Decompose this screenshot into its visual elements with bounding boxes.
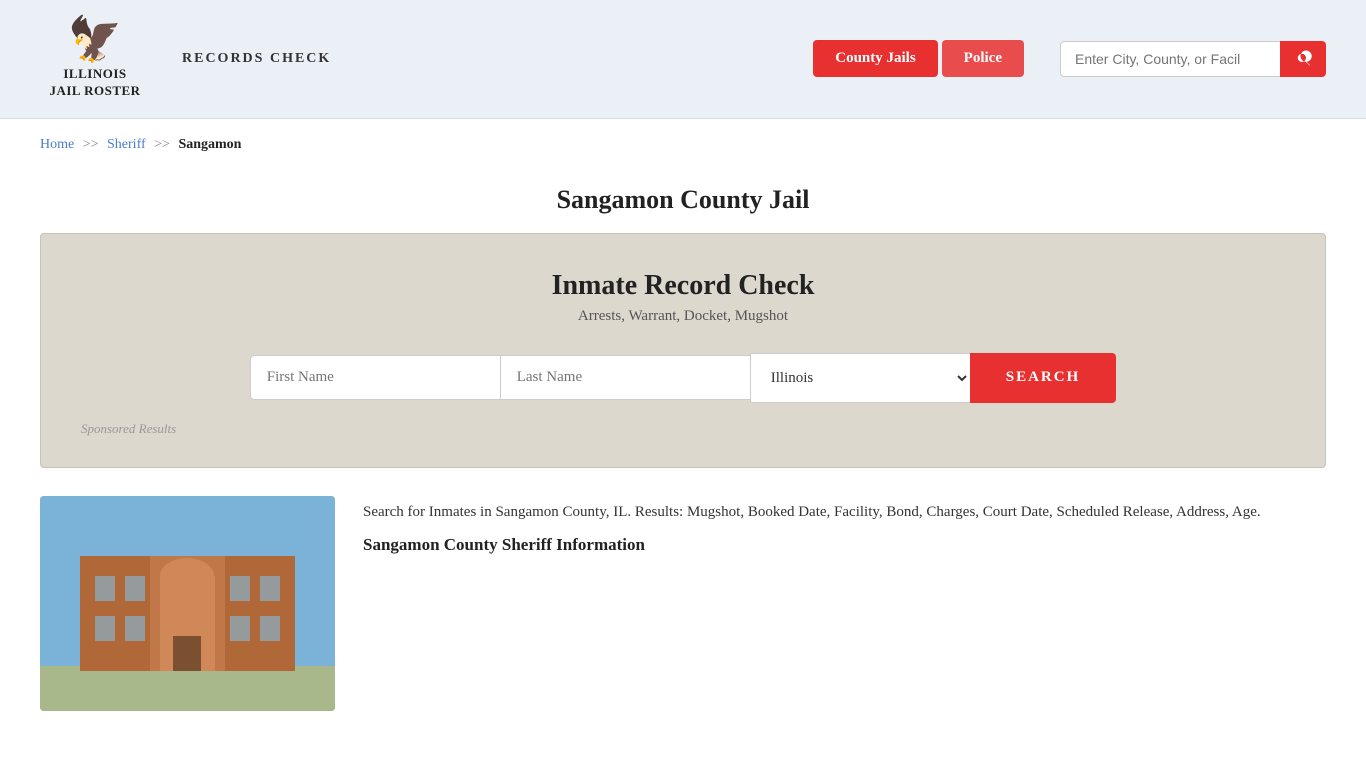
page-title: Sangamon County Jail: [40, 185, 1326, 215]
records-check-label: RECORDS CHECK: [182, 51, 331, 67]
info-text: Search for Inmates in Sangamon County, I…: [363, 496, 1326, 555]
record-search-button[interactable]: SEARCH: [970, 353, 1117, 403]
state-select[interactable]: IllinoisAlabamaAlaskaArizonaArkansasCali…: [750, 353, 970, 403]
building-svg: [40, 496, 335, 711]
info-subheading: Sangamon County Sheriff Information: [363, 535, 1326, 555]
police-button[interactable]: Police: [942, 40, 1024, 77]
sponsored-label: Sponsored Results: [81, 421, 1285, 437]
nav-buttons: County Jails Police: [813, 40, 1024, 77]
header-search-bar: [1060, 41, 1326, 77]
header-search-input[interactable]: [1060, 41, 1280, 77]
logo-icon: 🦅: [68, 18, 123, 62]
record-check-box: Inmate Record Check Arrests, Warrant, Do…: [40, 233, 1326, 468]
building-image: [40, 496, 335, 711]
header-search-button[interactable]: [1280, 41, 1326, 77]
breadcrumb-current: Sangamon: [178, 137, 241, 152]
search-icon: [1294, 50, 1312, 68]
breadcrumb: Home >> Sheriff >> Sangamon: [0, 119, 1366, 161]
breadcrumb-sep1: >>: [83, 137, 99, 152]
breadcrumb-sheriff[interactable]: Sheriff: [107, 137, 146, 152]
breadcrumb-home[interactable]: Home: [40, 137, 74, 152]
county-jails-button[interactable]: County Jails: [813, 40, 937, 77]
record-check-title: Inmate Record Check: [81, 270, 1285, 302]
logo[interactable]: 🦅 ILLINOIS JAIL ROSTER: [40, 18, 150, 100]
bottom-section: Search for Inmates in Sangamon County, I…: [0, 496, 1366, 751]
record-search-form: IllinoisAlabamaAlaskaArizonaArkansasCali…: [81, 353, 1285, 403]
first-name-input[interactable]: [250, 355, 500, 400]
breadcrumb-sep2: >>: [154, 137, 170, 152]
last-name-input[interactable]: [500, 355, 750, 400]
logo-text: ILLINOIS JAIL ROSTER: [49, 66, 140, 100]
page-title-wrap: Sangamon County Jail: [0, 161, 1366, 233]
info-paragraph: Search for Inmates in Sangamon County, I…: [363, 500, 1326, 525]
record-check-subtitle: Arrests, Warrant, Docket, Mugshot: [81, 308, 1285, 325]
header: 🦅 ILLINOIS JAIL ROSTER RECORDS CHECK Cou…: [0, 0, 1366, 119]
